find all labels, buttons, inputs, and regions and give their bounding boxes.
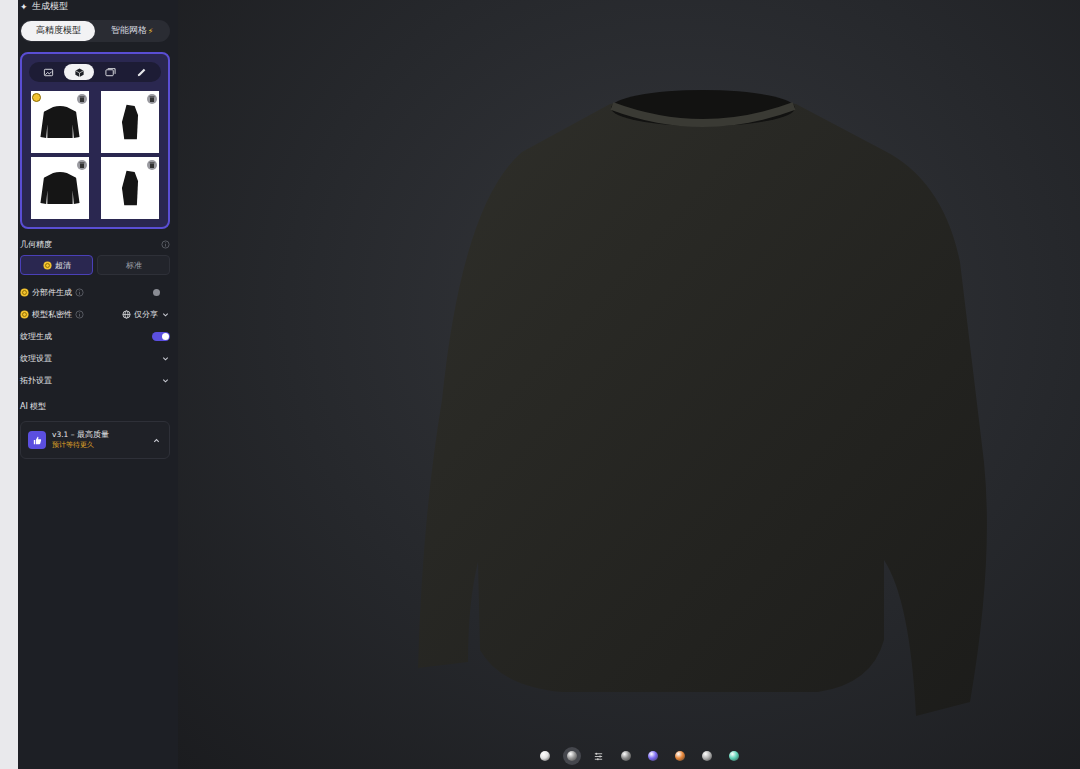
- material-button[interactable]: [590, 747, 608, 765]
- thumbs-up-icon: [28, 431, 46, 449]
- setting-row[interactable]: 模型私密性 仅分享: [20, 303, 170, 325]
- setting-row[interactable]: 分部件生成: [20, 281, 170, 303]
- toggle-switch[interactable]: [152, 288, 170, 297]
- edit-icon: [136, 67, 147, 78]
- sweater-photo: [37, 163, 83, 213]
- material-toolbar: [178, 747, 1080, 765]
- cube-icon: [74, 67, 85, 78]
- sparkle-icon: ✦: [20, 2, 28, 12]
- panel-title: ✦ 生成模型: [20, 0, 170, 14]
- material-button[interactable]: [617, 747, 635, 765]
- thumbnail[interactable]: [101, 157, 159, 219]
- toggle-switch[interactable]: [152, 332, 170, 341]
- material-sphere-icon: [621, 751, 631, 761]
- model-name: v3.1 – 最高质量: [52, 430, 146, 440]
- input-mode-button[interactable]: [64, 64, 94, 80]
- model-tab[interactable]: 高精度模型: [21, 21, 95, 41]
- trash-icon[interactable]: [147, 160, 157, 170]
- trash-icon[interactable]: [77, 160, 87, 170]
- geometry-segment: 超清标准: [20, 255, 170, 275]
- ai-model-label: AI 模型: [20, 395, 170, 417]
- gallery-icon: [105, 67, 116, 78]
- app-window: ✦ 生成模型 高精度模型智能网格⚡ 几何精度 超清标准 分部件生成 模型私密性 …: [0, 0, 1080, 769]
- chevron-up-icon[interactable]: [152, 436, 161, 445]
- input-mode-bar: [29, 62, 161, 82]
- chevron-down-icon[interactable]: [161, 310, 170, 319]
- coin-icon: [20, 310, 29, 319]
- input-box: [20, 52, 170, 229]
- coin-icon: [20, 288, 29, 297]
- setting-row[interactable]: 拓扑设置: [20, 369, 170, 391]
- trash-icon[interactable]: [77, 94, 87, 104]
- setting-row[interactable]: 纹理生成: [20, 325, 170, 347]
- lightning-icon: ⚡: [148, 27, 154, 36]
- material-button[interactable]: [563, 747, 581, 765]
- coin-icon: [43, 261, 52, 270]
- 3d-viewport[interactable]: [178, 0, 1080, 769]
- model-tabs: 高精度模型智能网格⚡: [20, 20, 170, 42]
- trash-icon[interactable]: [147, 94, 157, 104]
- thumbnail[interactable]: [101, 91, 159, 153]
- thumbnail[interactable]: [31, 157, 89, 219]
- input-mode-button[interactable]: [127, 64, 157, 80]
- material-sphere-icon: [540, 751, 550, 761]
- sweater-photo: [37, 97, 83, 147]
- sliders-icon: [593, 751, 604, 762]
- background-strip: [0, 0, 18, 769]
- material-sphere-icon: [729, 751, 739, 761]
- info-icon[interactable]: [75, 288, 84, 297]
- material-button[interactable]: [536, 747, 554, 765]
- material-button[interactable]: [698, 747, 716, 765]
- input-mode-button[interactable]: [96, 64, 126, 80]
- generate-panel: ✦ 生成模型 高精度模型智能网格⚡ 几何精度 超清标准 分部件生成 模型私密性 …: [18, 0, 178, 769]
- thumbnail-grid: [29, 91, 161, 219]
- info-icon[interactable]: [161, 240, 170, 249]
- material-sphere-icon: [675, 751, 685, 761]
- material-sphere-icon: [648, 751, 658, 761]
- material-sphere-icon: [567, 751, 577, 761]
- material-sphere-icon: [702, 751, 712, 761]
- sweater-photo: [107, 97, 153, 147]
- model-tab[interactable]: 智能网格⚡: [95, 21, 169, 41]
- material-button[interactable]: [644, 747, 662, 765]
- info-icon[interactable]: [75, 310, 84, 319]
- thumbnail[interactable]: [31, 91, 89, 153]
- setting-row[interactable]: 纹理设置: [20, 347, 170, 369]
- chevron-down-icon[interactable]: [161, 354, 170, 363]
- input-mode-button[interactable]: [33, 64, 63, 80]
- material-button[interactable]: [671, 747, 689, 765]
- geometry-option[interactable]: 超清: [20, 255, 93, 275]
- sweater-photo: [107, 163, 153, 213]
- geometry-option[interactable]: 标准: [97, 255, 170, 275]
- geometry-label-row: 几何精度: [20, 233, 170, 255]
- chevron-down-icon[interactable]: [161, 376, 170, 385]
- image-icon: [43, 67, 54, 78]
- material-button[interactable]: [725, 747, 743, 765]
- globe-icon: [122, 310, 131, 319]
- privacy-select[interactable]: 仅分享: [122, 309, 170, 320]
- model-note: 预计等待更久: [52, 441, 146, 450]
- ai-model-card[interactable]: v3.1 – 最高质量 预计等待更久: [20, 421, 170, 459]
- sweater-model[interactable]: [178, 0, 1080, 769]
- primary-badge: [32, 93, 41, 102]
